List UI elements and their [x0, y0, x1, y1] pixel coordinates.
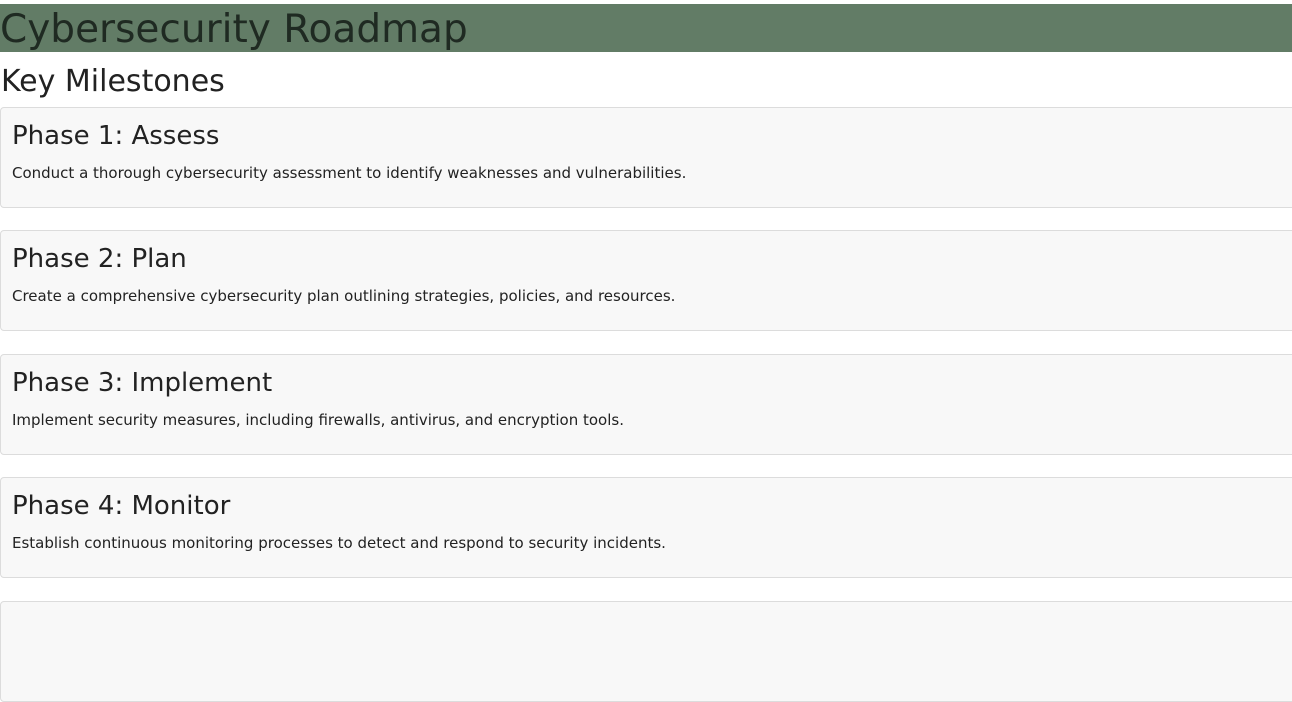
milestone-card-plan: Phase 2: Plan Create a comprehensive cyb… — [0, 230, 1292, 331]
milestone-card-partial — [0, 601, 1292, 702]
milestone-description: Implement security measures, including f… — [12, 411, 624, 429]
milestone-title: Phase 2: Plan — [12, 244, 187, 274]
milestone-card-implement: Phase 3: Implement Implement security me… — [0, 354, 1292, 455]
milestone-description: Establish continuous monitoring processe… — [12, 534, 666, 552]
section-title: Key Milestones — [1, 64, 225, 99]
milestone-description: Create a comprehensive cybersecurity pla… — [12, 287, 676, 305]
milestone-card-assess: Phase 1: Assess Conduct a thorough cyber… — [0, 107, 1292, 208]
milestone-description: Conduct a thorough cybersecurity assessm… — [12, 164, 687, 182]
milestone-title: Phase 3: Implement — [12, 368, 273, 398]
milestone-title: Phase 1: Assess — [12, 121, 220, 151]
milestone-title: Phase 4: Monitor — [12, 491, 231, 521]
milestone-card-monitor: Phase 4: Monitor Establish continuous mo… — [0, 477, 1292, 578]
page-title: Cybersecurity Roadmap — [0, 7, 468, 52]
